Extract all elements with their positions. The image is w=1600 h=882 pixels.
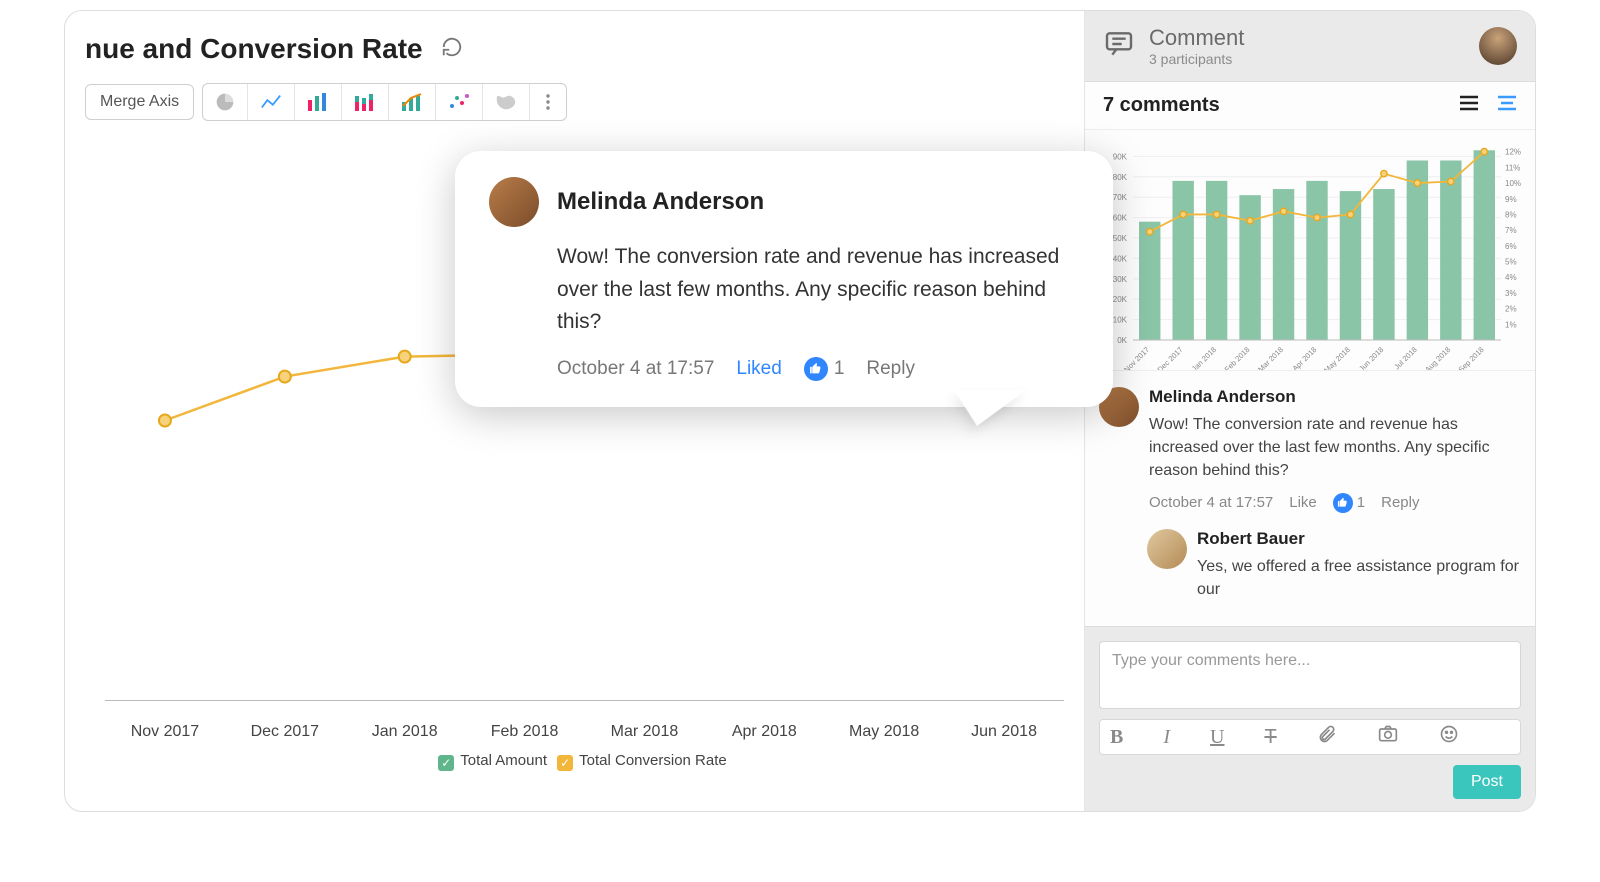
svg-text:50K: 50K: [1113, 234, 1128, 243]
svg-text:9%: 9%: [1505, 195, 1517, 204]
svg-text:Sep 2018: Sep 2018: [1457, 345, 1486, 370]
comment-body: Wow! The conversion rate and revenue has…: [1149, 413, 1521, 483]
svg-text:Dec 2017: Dec 2017: [1156, 345, 1185, 370]
chart-type-combo-icon[interactable]: [388, 84, 435, 120]
emoji-icon[interactable]: [1439, 724, 1459, 750]
svg-text:Jan 2018: Jan 2018: [1190, 345, 1218, 370]
merge-axis-button[interactable]: Merge Axis: [85, 84, 194, 120]
italic-icon[interactable]: I: [1163, 726, 1170, 749]
svg-text:30K: 30K: [1113, 275, 1128, 284]
bold-icon[interactable]: B: [1110, 726, 1123, 749]
strike-icon[interactable]: T: [1264, 726, 1276, 749]
svg-text:3%: 3%: [1505, 289, 1517, 298]
svg-text:Jun 2018: Jun 2018: [1357, 345, 1385, 370]
chart-type-line-icon[interactable]: [247, 84, 294, 120]
panel-title: Comment: [1149, 25, 1244, 51]
thumb-up-icon: [804, 357, 828, 381]
svg-text:10%: 10%: [1505, 179, 1521, 188]
svg-text:May 2018: May 2018: [1322, 345, 1352, 370]
comment-tooltip: Melinda Anderson Wow! The conversion rat…: [455, 151, 1113, 407]
like-button[interactable]: Like: [1289, 494, 1317, 511]
chart-type-stacked-icon[interactable]: [341, 84, 388, 120]
comment-body: Yes, we offered a free assistance progra…: [1197, 555, 1521, 601]
comment-input[interactable]: Type your comments here...: [1099, 641, 1521, 709]
comment-count: 7 comments: [1103, 94, 1220, 117]
svg-text:2%: 2%: [1505, 305, 1517, 314]
reply-button[interactable]: Reply: [1381, 494, 1419, 511]
svg-text:60K: 60K: [1113, 214, 1128, 223]
svg-text:20K: 20K: [1113, 295, 1128, 304]
refresh-icon[interactable]: [441, 36, 463, 63]
chart-type-bar-icon[interactable]: [294, 84, 341, 120]
svg-text:0K: 0K: [1117, 336, 1127, 345]
chart-more-icon[interactable]: [529, 84, 566, 120]
page-title: nue and Conversion Rate: [85, 33, 423, 65]
align-view-icon[interactable]: [1497, 94, 1517, 117]
svg-text:80K: 80K: [1113, 173, 1128, 182]
svg-text:10K: 10K: [1113, 316, 1128, 325]
chart-type-pie-icon[interactable]: [203, 84, 247, 120]
post-button[interactable]: Post: [1453, 765, 1521, 799]
chart-type-map-icon[interactable]: [482, 84, 529, 120]
svg-text:6%: 6%: [1505, 242, 1517, 251]
svg-text:70K: 70K: [1113, 193, 1128, 202]
comment-item: Robert Bauer Yes, we offered a free assi…: [1147, 521, 1521, 609]
like-count: 1: [834, 358, 845, 380]
svg-text:Nov 2017: Nov 2017: [1122, 345, 1151, 370]
svg-text:Apr 2018: Apr 2018: [1291, 345, 1319, 370]
svg-text:Feb 2018: Feb 2018: [1223, 345, 1252, 370]
comment-item: Melinda Anderson Wow! The conversion rat…: [1099, 379, 1521, 521]
commenter-name: Melinda Anderson: [1149, 387, 1521, 407]
reply-button[interactable]: Reply: [866, 358, 915, 380]
thumb-up-icon: [1333, 493, 1353, 513]
comment-icon: [1103, 28, 1135, 65]
mini-chart[interactable]: 0K 10K 20K 30K 40K 50K 60K 70K 80K 90K 1% 2% 3% 4% 5% 6…: [1085, 130, 1535, 371]
comment-body: Wow! The conversion rate and revenue has…: [557, 241, 1079, 339]
comment-panel-header: Comment 3 participants: [1085, 11, 1535, 82]
underline-icon[interactable]: U: [1210, 726, 1224, 749]
attachment-icon[interactable]: [1317, 724, 1337, 750]
list-view-icon[interactable]: [1459, 94, 1479, 117]
svg-text:Aug 2018: Aug 2018: [1423, 345, 1452, 370]
comment-time: October 4 at 17:57: [557, 358, 714, 380]
svg-text:7%: 7%: [1505, 226, 1517, 235]
avatar: [1147, 529, 1187, 569]
svg-text:4%: 4%: [1505, 273, 1517, 282]
svg-text:90K: 90K: [1113, 152, 1128, 161]
svg-text:11%: 11%: [1505, 163, 1520, 172]
chart-type-scatter-icon[interactable]: [435, 84, 482, 120]
panel-subtitle: 3 participants: [1149, 51, 1244, 67]
svg-text:5%: 5%: [1505, 258, 1517, 267]
avatar: [489, 177, 539, 227]
svg-text:Jul 2018: Jul 2018: [1392, 345, 1418, 370]
chart-legend: ✓Total Amount ✓Total Conversion Rate: [75, 752, 1084, 771]
svg-text:8%: 8%: [1505, 210, 1517, 219]
svg-text:Mar 2018: Mar 2018: [1256, 345, 1285, 370]
comment-composer: Type your comments here... B I U T Post: [1085, 626, 1535, 811]
camera-icon[interactable]: [1377, 724, 1399, 750]
like-count: 1: [1357, 494, 1365, 511]
commenter-name: Melinda Anderson: [557, 188, 764, 216]
comment-thread: Melinda Anderson Wow! The conversion rat…: [1085, 371, 1535, 626]
current-user-avatar[interactable]: [1479, 27, 1517, 65]
svg-text:1%: 1%: [1505, 320, 1517, 329]
chart-toolbar: Merge Axis: [85, 83, 1084, 121]
svg-text:40K: 40K: [1113, 254, 1128, 263]
svg-text:12%: 12%: [1505, 148, 1521, 157]
commenter-name: Robert Bauer: [1197, 529, 1521, 549]
liked-button[interactable]: Liked: [736, 358, 781, 380]
comment-time: October 4 at 17:57: [1149, 494, 1273, 511]
